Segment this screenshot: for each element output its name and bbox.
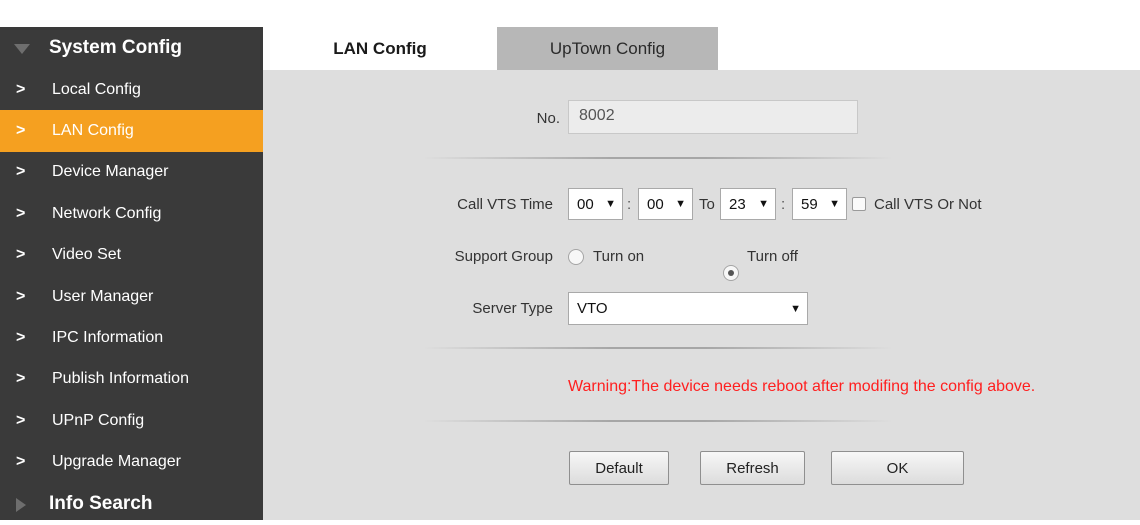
sidebar-item-label: Video Set — [52, 246, 122, 264]
call-vts-or-not-checkbox[interactable] — [852, 197, 866, 211]
chevron-right-icon: > — [16, 453, 26, 471]
chevron-right-icon: > — [16, 287, 26, 305]
chevron-right-icon: > — [16, 411, 26, 429]
sidebar-item-lan-config[interactable]: > LAN Config — [0, 110, 263, 152]
default-button[interactable]: Default — [569, 451, 669, 485]
divider — [423, 420, 893, 422]
sidebar-item-label: Device Manager — [52, 163, 169, 181]
sidebar-item-user-manager[interactable]: > User Manager — [0, 276, 263, 317]
sidebar-item-device-manager[interactable]: > Device Manager — [0, 152, 263, 193]
sidebar-group-label: System Config — [49, 37, 183, 58]
sidebar-item-upnp-config[interactable]: > UPnP Config — [0, 400, 263, 441]
end-minute-select[interactable]: 59 ▼ — [792, 188, 847, 220]
select-value: 00 — [577, 195, 594, 213]
sidebar-item-network-config[interactable]: > Network Config — [0, 193, 263, 234]
tab-bar-filler — [718, 27, 1140, 70]
chevron-right-icon: > — [16, 329, 26, 347]
sidebar-group-system-config[interactable]: System Config — [0, 27, 263, 69]
chevron-right-icon: > — [16, 80, 26, 98]
dropdown-arrow-icon: ▼ — [790, 302, 801, 315]
sidebar-item-publish-information[interactable]: > Publish Information — [0, 359, 263, 400]
sidebar-item-label: IPC Information — [52, 329, 164, 347]
call-vts-or-not-label: Call VTS Or Not — [874, 196, 982, 213]
sidebar-item-label: Network Config — [52, 204, 162, 222]
time-colon: : — [627, 196, 632, 213]
ok-button[interactable]: OK — [831, 451, 964, 485]
sidebar-item-label: Local Config — [52, 80, 141, 98]
select-value: 59 — [801, 195, 818, 213]
reboot-warning: Warning:The device needs reboot after mo… — [568, 378, 1036, 395]
sidebar-item-video-set[interactable]: > Video Set — [0, 235, 263, 276]
chevron-right-icon: > — [16, 163, 26, 181]
divider — [423, 347, 893, 349]
content-panel: No. 8002 Call VTS Time 00 ▼ : 00 ▼ To 23… — [263, 70, 1140, 520]
sidebar-group-label: Info Search — [49, 492, 153, 514]
select-value: 23 — [729, 195, 746, 213]
dropdown-arrow-icon: ▼ — [605, 198, 616, 210]
turn-on-radio[interactable] — [568, 249, 584, 265]
tab-lan-config[interactable]: LAN Config — [263, 27, 497, 70]
triangle-down-icon — [14, 44, 30, 54]
turn-off-radio[interactable] — [723, 265, 739, 281]
dropdown-arrow-icon: ▼ — [675, 198, 686, 210]
chevron-right-icon: > — [16, 204, 26, 222]
chevron-right-icon: > — [16, 122, 26, 140]
chevron-right-icon: > — [16, 246, 26, 264]
to-label: To — [699, 196, 715, 213]
sidebar-item-label: Publish Information — [52, 370, 189, 388]
select-value: VTO — [577, 300, 608, 317]
call-vts-time-label: Call VTS Time — [457, 196, 553, 213]
triangle-right-icon — [16, 497, 26, 512]
sidebar-item-label: LAN Config — [52, 122, 134, 140]
time-colon: : — [781, 196, 786, 213]
end-hour-select[interactable]: 23 ▼ — [720, 188, 776, 220]
start-hour-select[interactable]: 00 ▼ — [568, 188, 623, 220]
turn-off-label: Turn off — [747, 248, 798, 265]
sidebar-item-upgrade-manager[interactable]: > Upgrade Manager — [0, 442, 263, 483]
dropdown-arrow-icon: ▼ — [758, 198, 769, 210]
select-value: 00 — [647, 195, 664, 213]
sidebar-item-label: UPnP Config — [52, 411, 145, 429]
sidebar-group-info-search[interactable]: Info Search — [0, 483, 263, 525]
sidebar: System Config > Local Config > LAN Confi… — [0, 27, 263, 520]
sidebar-item-label: User Manager — [52, 287, 154, 305]
server-type-label: Server Type — [472, 300, 553, 317]
no-field[interactable]: 8002 — [568, 100, 858, 134]
tab-uptown-config[interactable]: UpTown Config — [497, 27, 718, 70]
sidebar-item-local-config[interactable]: > Local Config — [0, 69, 263, 110]
turn-on-label: Turn on — [593, 248, 645, 265]
divider — [423, 157, 893, 159]
support-group-label: Support Group — [454, 248, 553, 265]
server-type-select[interactable]: VTO ▼ — [568, 292, 808, 325]
sidebar-item-label: Upgrade Manager — [52, 453, 181, 471]
no-label: No. — [536, 110, 560, 127]
chevron-right-icon: > — [16, 370, 26, 388]
sidebar-item-ipc-information[interactable]: > IPC Information — [0, 317, 263, 358]
dropdown-arrow-icon: ▼ — [829, 198, 840, 210]
refresh-button[interactable]: Refresh — [700, 451, 805, 485]
start-minute-select[interactable]: 00 ▼ — [638, 188, 693, 220]
